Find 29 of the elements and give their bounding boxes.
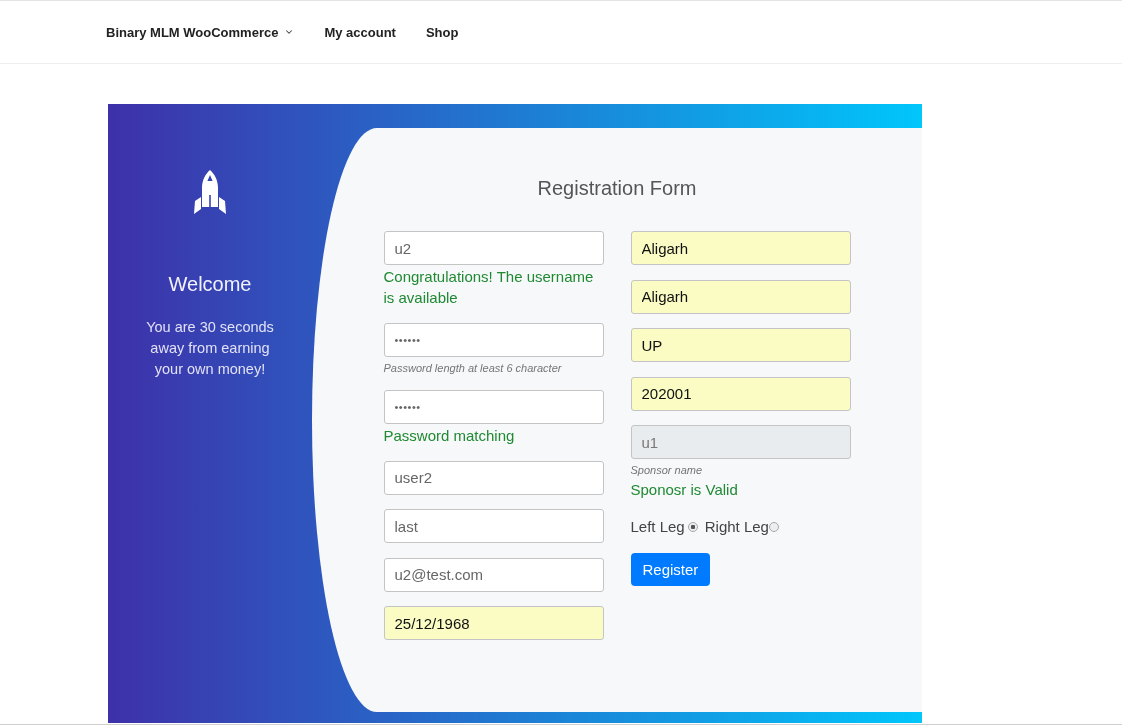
- register-button[interactable]: Register: [630, 553, 711, 586]
- input-field[interactable]: UP: [630, 328, 851, 362]
- nav-link[interactable]: My account: [324, 24, 396, 40]
- welcome-heading: Welcome: [168, 272, 252, 297]
- nav-link[interactable]: Shop: [425, 24, 459, 40]
- input-field[interactable]: last: [383, 509, 604, 543]
- chevron-down-icon: [284, 27, 295, 37]
- input-field[interactable]: user2: [383, 460, 604, 495]
- welcome-text: You are 30 seconds away from earning your own money!: [145, 318, 275, 379]
- radio-label: Left Leg: [630, 518, 685, 535]
- form-title: Registration Form: [537, 176, 697, 200]
- success-message: Congratulations! The username is available: [383, 267, 595, 308]
- input-field[interactable]: Aligarh: [630, 231, 851, 265]
- hint-text: Sponsor name: [630, 463, 704, 478]
- input-field[interactable]: u2@test.com: [383, 557, 604, 592]
- input-field[interactable]: 202001: [630, 376, 851, 411]
- hint-text: Password length at least 6 character: [383, 360, 563, 376]
- nav-link[interactable]: Binary MLM WooCommerce: [106, 24, 295, 40]
- password-field[interactable]: ••••••: [383, 390, 604, 424]
- radio-label: Right Leg: [704, 518, 769, 535]
- input-field[interactable]: 25/12/1968: [383, 606, 604, 640]
- rocket-icon: [194, 170, 226, 214]
- success-message: Password matching: [383, 426, 516, 446]
- success-message: Sponosr is Valid: [630, 480, 739, 500]
- input-field[interactable]: Aligarh: [630, 279, 851, 314]
- input-field[interactable]: u2: [383, 231, 604, 265]
- radio-button[interactable]: [768, 521, 779, 532]
- password-field[interactable]: ••••••: [383, 322, 604, 357]
- radio-button[interactable]: [687, 521, 698, 532]
